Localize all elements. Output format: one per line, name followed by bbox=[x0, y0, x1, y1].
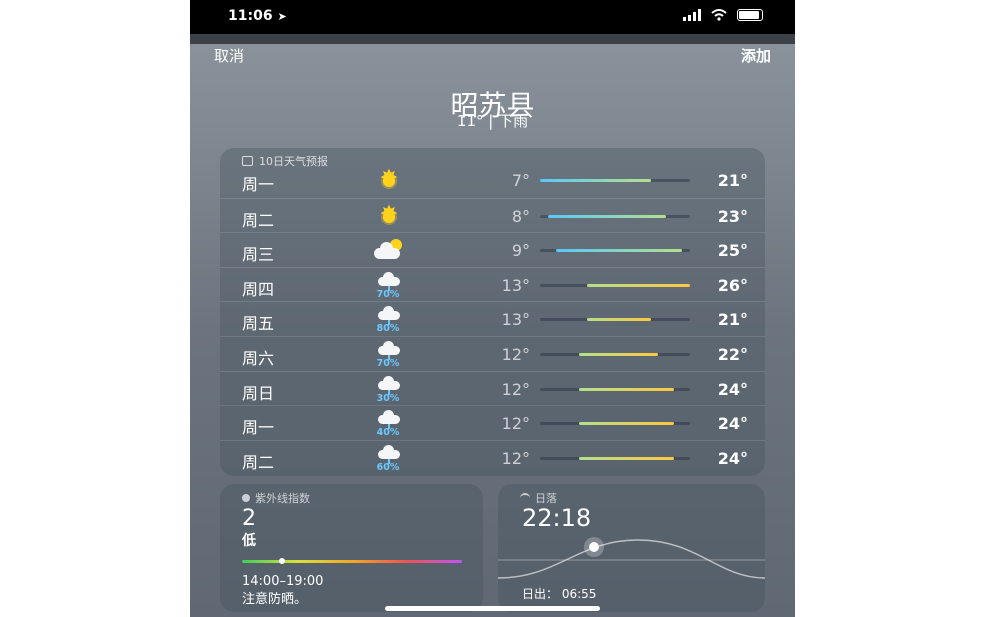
sun-small-icon bbox=[242, 494, 250, 502]
rain-icon: 40% bbox=[368, 409, 408, 439]
high-temp: 23° bbox=[717, 206, 748, 226]
low-temp: 9° bbox=[511, 241, 530, 261]
forecast-row[interactable]: 周二 8° 23° bbox=[220, 197, 765, 233]
temp-range-fill bbox=[555, 249, 683, 253]
rain-icon: 30% bbox=[368, 375, 408, 405]
uv-value: 2 bbox=[242, 506, 256, 531]
temp-range-bar bbox=[540, 318, 690, 322]
status-time: 11:06 ➤ bbox=[228, 8, 287, 24]
temp-range-fill bbox=[579, 422, 675, 426]
uv-index-card[interactable]: 紫外线指数 2 低 14:00–19:00 注意防晒。 bbox=[220, 484, 483, 612]
low-temp: 12° bbox=[501, 345, 530, 364]
precipitation-chance: 70% bbox=[376, 358, 400, 369]
temp-range-bar bbox=[540, 283, 690, 287]
sunset-icon bbox=[520, 493, 530, 503]
high-temp: 24° bbox=[717, 379, 748, 399]
status-bar: 11:06 ➤ bbox=[190, 0, 795, 34]
high-temp: 24° bbox=[717, 414, 748, 434]
forecast-day: 周二 bbox=[242, 452, 275, 472]
cellular-signal-icon bbox=[683, 9, 701, 21]
sun-icon bbox=[368, 166, 408, 196]
precipitation-chance: 60% bbox=[376, 461, 400, 473]
rain-icon: 70% bbox=[368, 271, 408, 301]
temp-range-fill bbox=[579, 353, 659, 356]
temp-range-fill bbox=[587, 283, 690, 287]
forecast-day: 周日 bbox=[242, 383, 275, 403]
home-indicator[interactable] bbox=[385, 606, 600, 611]
precipitation-chance: 30% bbox=[376, 392, 400, 404]
uv-scale-bar bbox=[242, 558, 462, 564]
high-temp: 22° bbox=[717, 345, 748, 364]
temp-range-bar bbox=[540, 456, 690, 460]
temp-range-bar bbox=[540, 179, 690, 182]
high-temp: 26° bbox=[717, 275, 748, 295]
forecast-day: 周五 bbox=[242, 314, 275, 334]
uv-advice: 注意防晒。 bbox=[242, 592, 308, 607]
temp-range-fill bbox=[579, 456, 675, 460]
low-temp: 12° bbox=[501, 448, 530, 468]
sun-path-curve bbox=[498, 537, 765, 579]
forecast-row[interactable]: 周三 9° 25° bbox=[220, 232, 765, 267]
uv-indicator-dot bbox=[278, 558, 285, 564]
temp-range-fill bbox=[540, 179, 651, 182]
forecast-row[interactable]: 周五 80% 13° 21° bbox=[220, 301, 765, 336]
temp-range-bar bbox=[540, 353, 690, 356]
high-temp: 25° bbox=[717, 241, 748, 261]
sun-icon bbox=[368, 202, 408, 232]
temp-range-bar bbox=[540, 214, 690, 218]
low-temp: 13° bbox=[501, 310, 530, 330]
forecast-row[interactable]: 周一 7° 21° bbox=[220, 163, 765, 197]
sheet-backdrop bbox=[190, 34, 795, 44]
temp-range-fill bbox=[547, 214, 667, 218]
precipitation-chance: 40% bbox=[376, 427, 400, 439]
uv-header: 紫外线指数 bbox=[242, 490, 310, 506]
battery-icon bbox=[737, 9, 763, 21]
high-temp: 21° bbox=[717, 310, 748, 330]
temp-range-fill bbox=[579, 387, 675, 391]
rain-icon: 70% bbox=[368, 340, 408, 370]
forecast-row[interactable]: 周六 70% 12° 22° bbox=[220, 336, 765, 371]
forecast-day: 周二 bbox=[242, 210, 275, 230]
low-temp: 7° bbox=[511, 171, 530, 190]
forecast-day: 周一 bbox=[242, 418, 275, 438]
uv-level: 低 bbox=[242, 533, 256, 549]
wifi-icon bbox=[711, 9, 727, 21]
forecast-day: 周三 bbox=[242, 245, 275, 265]
low-temp: 13° bbox=[501, 275, 530, 295]
forecast-row[interactable]: 周二 60% 12° 24° bbox=[220, 439, 765, 475]
rain-icon: 60% bbox=[368, 444, 408, 474]
low-temp: 12° bbox=[501, 379, 530, 399]
temp-range-fill bbox=[587, 318, 651, 322]
temp-range-bar bbox=[540, 422, 690, 426]
location-arrow-icon: ➤ bbox=[277, 10, 287, 23]
temp-range-bar bbox=[540, 387, 690, 391]
forecast-row[interactable]: 周日 30% 12° 24° bbox=[220, 370, 765, 406]
ten-day-forecast-card[interactable]: 10日天气预报 周一7°21°周二8°23°周三9°25°周四70%13°26°… bbox=[220, 148, 765, 476]
temp-range-bar bbox=[540, 249, 690, 253]
forecast-day: 周六 bbox=[242, 349, 275, 368]
add-button[interactable]: 添加 bbox=[741, 45, 771, 66]
current-conditions: 11° | 下雨 bbox=[456, 112, 529, 130]
low-temp: 12° bbox=[501, 414, 530, 434]
partly-cloudy-icon bbox=[368, 236, 408, 266]
status-icons bbox=[683, 9, 763, 21]
uv-time-range: 14:00–19:00 bbox=[242, 574, 324, 589]
forecast-day: 周四 bbox=[242, 279, 275, 299]
low-temp: 8° bbox=[511, 206, 530, 226]
cancel-button[interactable]: 取消 bbox=[214, 45, 244, 66]
sunset-card[interactable]: 日落 22:18 日出： 06:55 bbox=[498, 484, 765, 612]
precipitation-chance: 80% bbox=[376, 323, 400, 335]
phone-screen: 11:06 ➤ 取消 添加 昭苏县 11° | 下雨 10日天气预报 周一7°2… bbox=[190, 0, 795, 617]
high-temp: 21° bbox=[717, 171, 748, 190]
high-temp: 24° bbox=[717, 448, 748, 468]
precipitation-chance: 70% bbox=[376, 288, 400, 300]
forecast-row[interactable]: 周四 70% 13° 26° bbox=[220, 266, 765, 302]
forecast-row[interactable]: 周一 40% 12° 24° bbox=[220, 405, 765, 440]
sunset-time: 22:18 bbox=[522, 504, 592, 532]
forecast-day: 周一 bbox=[242, 175, 275, 194]
sunrise-time: 日出： 06:55 bbox=[522, 587, 597, 601]
rain-icon: 80% bbox=[368, 305, 408, 335]
